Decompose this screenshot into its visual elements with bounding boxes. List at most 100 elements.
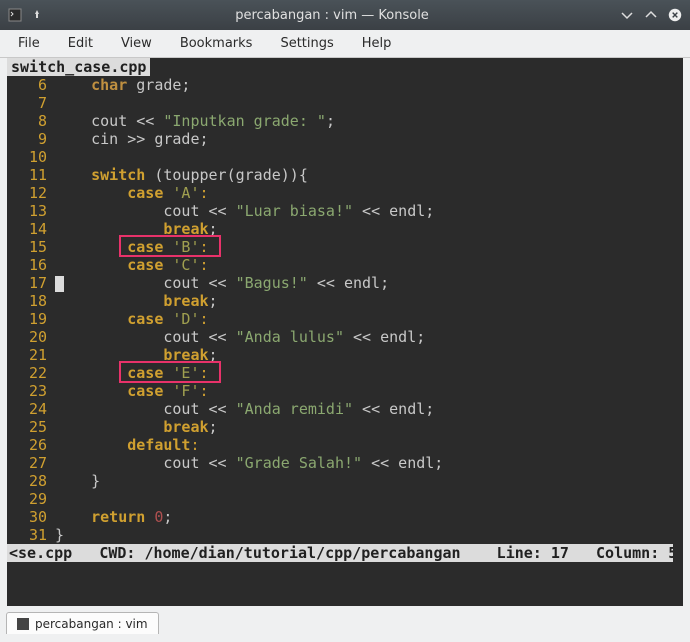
window-title: percabangan : vim — Konsole — [44, 8, 620, 23]
vim-statusline: <se.cpp CWD: /home/dian/tutorial/cpp/per… — [7, 544, 683, 562]
code-text: cout << "Grade Salah!" << endl; — [55, 454, 443, 472]
titlebar: percabangan : vim — Konsole — [0, 0, 690, 30]
code-text: case 'B': — [55, 238, 209, 256]
code-text: switch (toupper(grade)){ — [55, 166, 308, 184]
menubar: File Edit View Bookmarks Settings Help — [0, 30, 690, 58]
line-number: 9 — [7, 130, 55, 148]
code-line: 17 cout << "Bagus!" << endl; — [7, 274, 683, 292]
code-line: 9 cin >> grade; — [7, 130, 683, 148]
line-number: 22 — [7, 364, 55, 382]
code-line: 26 default: — [7, 436, 683, 454]
status-cwd-label: CWD: — [99, 544, 135, 562]
code-line: 6 char grade; — [7, 76, 683, 94]
code-line: 11 switch (toupper(grade)){ — [7, 166, 683, 184]
line-number: 7 — [7, 94, 55, 112]
line-number: 19 — [7, 310, 55, 328]
code-line: 19 case 'D': — [7, 310, 683, 328]
pin-icon[interactable] — [30, 8, 44, 22]
code-text: } — [55, 472, 100, 490]
code-line: 7 — [7, 94, 683, 112]
code-text: case 'E': — [55, 364, 209, 382]
code-line: 21 break; — [7, 346, 683, 364]
code-line: 29 — [7, 490, 683, 508]
code-text: case 'A': — [55, 184, 209, 202]
line-number: 18 — [7, 292, 55, 310]
code-text: break; — [55, 292, 218, 310]
line-number: 23 — [7, 382, 55, 400]
code-text: cout << "Anda lulus" << endl; — [55, 328, 425, 346]
code-line: 20 cout << "Anda lulus" << endl; — [7, 328, 683, 346]
vim-tab-filename[interactable]: switch_case.cpp — [7, 58, 150, 76]
code-line: 14 break; — [7, 220, 683, 238]
line-number: 13 — [7, 202, 55, 220]
line-number: 8 — [7, 112, 55, 130]
code-line: 15 case 'B': — [7, 238, 683, 256]
terminal-tab-icon — [17, 618, 29, 630]
code-text: break; — [55, 220, 218, 238]
text-cursor — [55, 276, 64, 292]
code-line: 25 break; — [7, 418, 683, 436]
menu-help[interactable]: Help — [348, 32, 406, 55]
code-text: break; — [55, 418, 218, 436]
code-line: 13 cout << "Luar biasa!" << endl; — [7, 202, 683, 220]
konsole-tab-label: percabangan : vim — [35, 617, 148, 631]
code-text: default: — [55, 436, 200, 454]
line-number: 6 — [7, 76, 55, 94]
menu-file[interactable]: File — [4, 32, 54, 55]
line-number: 14 — [7, 220, 55, 238]
code-text: cout << "Inputkan grade: "; — [55, 112, 335, 130]
code-line: 23 case 'F': — [7, 382, 683, 400]
code-line: 10 — [7, 148, 683, 166]
status-line: 17 — [551, 544, 569, 562]
code-line: 24 cout << "Anda remidi" << endl; — [7, 400, 683, 418]
code-line: 27 cout << "Grade Salah!" << endl; — [7, 454, 683, 472]
terminal-area[interactable]: switch_case.cpp 6 char grade;78 cout << … — [7, 58, 683, 606]
menu-view[interactable]: View — [107, 32, 166, 55]
line-number: 10 — [7, 148, 55, 166]
line-number: 15 — [7, 238, 55, 256]
line-number: 24 — [7, 400, 55, 418]
line-number: 30 — [7, 508, 55, 526]
maximize-icon[interactable] — [644, 8, 658, 22]
code-line: 12 case 'A': — [7, 184, 683, 202]
status-line-label: Line: — [497, 544, 542, 562]
menu-settings[interactable]: Settings — [266, 32, 347, 55]
code-text: cout << "Bagus!" << endl; — [55, 274, 389, 292]
code-line: 30 return 0; — [7, 508, 683, 526]
code-text: return 0; — [55, 508, 172, 526]
line-number: 29 — [7, 490, 55, 508]
line-number: 28 — [7, 472, 55, 490]
status-file: <se.cpp — [9, 544, 72, 562]
code-line: 28 } — [7, 472, 683, 490]
line-number: 25 — [7, 418, 55, 436]
line-number: 20 — [7, 328, 55, 346]
line-number: 11 — [7, 166, 55, 184]
code-text: case 'F': — [55, 382, 209, 400]
code-text: cout << "Luar biasa!" << endl; — [55, 202, 434, 220]
line-number: 26 — [7, 436, 55, 454]
minimize-icon[interactable] — [620, 8, 634, 22]
code-text: cin >> grade; — [55, 130, 209, 148]
code-line: 16 case 'C': — [7, 256, 683, 274]
line-number: 16 — [7, 256, 55, 274]
code-line: 31} — [7, 526, 683, 544]
code-text: case 'D': — [55, 310, 209, 328]
konsole-tabbar: percabangan : vim — [0, 606, 690, 634]
code-text: char grade; — [55, 76, 190, 94]
code-text: cout << "Anda remidi" << endl; — [55, 400, 434, 418]
close-icon[interactable] — [668, 8, 682, 22]
line-number: 17 — [7, 274, 55, 292]
code-line: 18 break; — [7, 292, 683, 310]
konsole-tab[interactable]: percabangan : vim — [6, 612, 159, 634]
line-number: 27 — [7, 454, 55, 472]
status-cwd: /home/dian/tutorial/cpp/percabangan — [144, 544, 460, 562]
code-text: case 'C': — [55, 256, 209, 274]
menu-edit[interactable]: Edit — [54, 32, 107, 55]
code-area[interactable]: 6 char grade;78 cout << "Inputkan grade:… — [7, 76, 683, 544]
status-col-label: Column: — [596, 544, 659, 562]
line-number: 12 — [7, 184, 55, 202]
line-number: 31 — [7, 526, 55, 544]
scrollbar[interactable] — [673, 76, 683, 585]
menu-bookmarks[interactable]: Bookmarks — [166, 32, 267, 55]
code-text: } — [55, 526, 64, 544]
